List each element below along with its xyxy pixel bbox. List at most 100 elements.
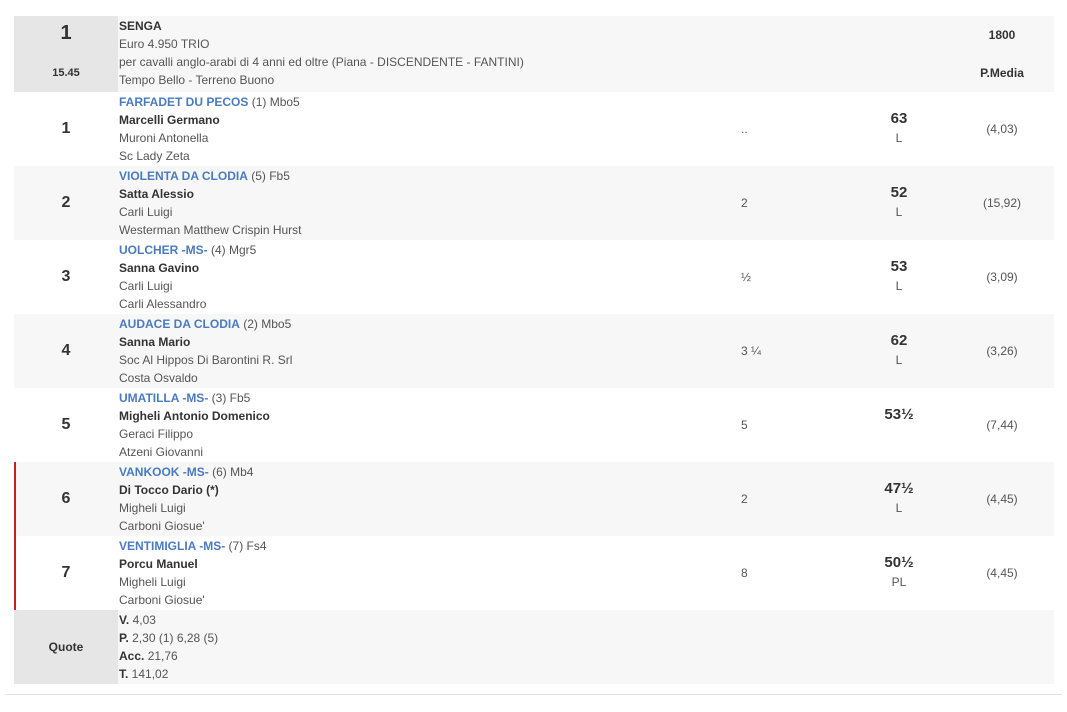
quote-line: Acc. 21,76 bbox=[119, 647, 218, 665]
owner-name: Carboni Giosue' bbox=[119, 519, 205, 533]
finish-position: 6 bbox=[61, 490, 71, 507]
quote-row: Quote V. 4,03 P. 2,30 (1) 6,28 (5) Acc. 21… bbox=[14, 610, 1054, 684]
odds: (3,09) bbox=[986, 270, 1018, 284]
quote-value: 141,02 bbox=[128, 667, 169, 681]
runner-row: 7 VENTIMIGLIA -MS- (7) Fs4 Porcu Manuel … bbox=[14, 536, 1054, 610]
quote-line: P. 2,30 (1) 6,28 (5) bbox=[119, 629, 218, 647]
odds: (3,26) bbox=[986, 344, 1018, 358]
race-weather: Tempo Bello - Terreno Buono bbox=[119, 73, 275, 87]
margin: 2 bbox=[741, 492, 748, 506]
weight: 52 bbox=[890, 184, 908, 201]
runner-info: VANKOOK -MS- (6) Mb4 Di Tocco Dario (*) … bbox=[119, 463, 253, 535]
quote-label: Quote bbox=[48, 640, 84, 654]
horse-name-link[interactable]: AUDACE DA CLODIA bbox=[119, 317, 240, 331]
weight-note: L bbox=[895, 353, 903, 367]
race-number-cell: 1 15.45 bbox=[14, 16, 118, 92]
weight: 53 bbox=[890, 258, 908, 275]
weight: 53½ bbox=[884, 406, 914, 423]
quote-value: 4,03 bbox=[129, 613, 156, 627]
jockey-name: Marcelli Germano bbox=[119, 113, 220, 127]
margin: 2 bbox=[741, 196, 748, 210]
weight: 62 bbox=[890, 332, 908, 349]
odds: (4,03) bbox=[986, 122, 1018, 136]
race-distance: 1800 bbox=[988, 28, 1016, 42]
quote-key: V. bbox=[119, 613, 130, 627]
trainer-name: Migheli Luigi bbox=[119, 501, 186, 515]
runner-row: 6 VANKOOK -MS- (6) Mb4 Di Tocco Dario (*… bbox=[14, 462, 1054, 536]
horse-name-link[interactable]: VANKOOK -MS- bbox=[119, 465, 209, 479]
finish-position: 3 bbox=[61, 268, 71, 285]
weight-cell: 53½ bbox=[859, 406, 939, 424]
horse-name-link[interactable]: VIOLENTA DA CLODIA bbox=[119, 169, 248, 183]
trainer-name: Muroni Antonella bbox=[119, 131, 209, 145]
runner-row: 5 UMATILLA -MS- (3) Fb5 Migheli Antonio … bbox=[14, 388, 1054, 462]
finish-position: 7 bbox=[61, 564, 71, 581]
trainer-name: Carli Luigi bbox=[119, 205, 173, 219]
margin: .. bbox=[741, 122, 748, 136]
weight-cell: 63 L bbox=[859, 110, 939, 148]
race-name: SENGA bbox=[119, 19, 162, 33]
trainer-name: Migheli Luigi bbox=[119, 575, 186, 589]
owner-name: Carboni Giosue' bbox=[119, 593, 205, 607]
runner-info: VIOLENTA DA CLODIA (5) Fb5 Satta Alessio… bbox=[119, 167, 302, 239]
horse-name-link[interactable]: FARFADET DU PECOS bbox=[119, 95, 248, 109]
runner-info: UOLCHER -MS- (4) Mgr5 Sanna Gavino Carli… bbox=[119, 241, 256, 313]
horse-details: (1) Mbo5 bbox=[248, 95, 300, 109]
race-header-row: 1 15.45 SENGA Euro 4.950 TRIO per cavall… bbox=[14, 16, 1054, 92]
horse-name-link[interactable]: UMATILLA -MS- bbox=[119, 391, 208, 405]
horse-details: (4) Mgr5 bbox=[207, 243, 257, 257]
margin: 8 bbox=[741, 566, 748, 580]
odds: (4,45) bbox=[986, 492, 1018, 506]
runner-row: 3 UOLCHER -MS- (4) Mgr5 Sanna Gavino Car… bbox=[14, 240, 1054, 314]
finish-position: 1 bbox=[61, 120, 71, 137]
quote-line: V. 4,03 bbox=[119, 611, 218, 629]
margin: 5 bbox=[741, 418, 748, 432]
horse-details: (5) Fb5 bbox=[247, 169, 290, 183]
race-number: 1 bbox=[60, 22, 72, 44]
weight-note: L bbox=[895, 205, 903, 219]
race-type: P.Media bbox=[980, 66, 1024, 80]
horse-details: (2) Mbo5 bbox=[239, 317, 292, 331]
finish-position: 4 bbox=[61, 342, 71, 359]
runner-info: FARFADET DU PECOS (1) Mbo5 Marcelli Germ… bbox=[119, 93, 300, 165]
weight-note: L bbox=[895, 131, 903, 145]
owner-name: Carli Alessandro bbox=[119, 297, 207, 311]
runner-info: AUDACE DA CLODIA (2) Mbo5 Sanna Mario So… bbox=[119, 315, 292, 387]
weight: 63 bbox=[890, 110, 908, 127]
trainer-name: Carli Luigi bbox=[119, 279, 173, 293]
quote-value: 21,76 bbox=[144, 649, 178, 663]
quote-value: 2,30 (1) 6,28 (5) bbox=[128, 631, 219, 645]
finish-position: 5 bbox=[61, 416, 71, 433]
jockey-name: Satta Alessio bbox=[119, 187, 194, 201]
runner-info: UMATILLA -MS- (3) Fb5 Migheli Antonio Do… bbox=[119, 389, 270, 461]
owner-name: Atzeni Giovanni bbox=[119, 445, 204, 459]
jockey-name: Di Tocco Dario (*) bbox=[119, 483, 219, 497]
owner-name: Westerman Matthew Crispin Hurst bbox=[119, 223, 302, 237]
odds: (4,45) bbox=[986, 566, 1018, 580]
jockey-name: Porcu Manuel bbox=[119, 557, 198, 571]
runner-row: 4 AUDACE DA CLODIA (2) Mbo5 Sanna Mario … bbox=[14, 314, 1054, 388]
finish-position: 2 bbox=[61, 194, 71, 211]
weight-cell: 62 L bbox=[859, 332, 939, 370]
weight-cell: 52 L bbox=[859, 184, 939, 222]
horse-details: (7) Fs4 bbox=[225, 539, 267, 553]
quote-key: Acc. bbox=[119, 649, 145, 663]
weight: 50½ bbox=[884, 554, 914, 571]
race-prize: Euro 4.950 TRIO bbox=[119, 37, 210, 51]
jockey-name: Migheli Antonio Domenico bbox=[119, 409, 270, 423]
weight-cell: 53 L bbox=[859, 258, 939, 296]
horse-name-link[interactable]: UOLCHER -MS- bbox=[119, 243, 208, 257]
quote-label-cell: Quote bbox=[14, 610, 118, 684]
weight-cell: 50½ PL bbox=[859, 554, 939, 592]
quote-key: T. bbox=[119, 667, 129, 681]
horse-details: (6) Mb4 bbox=[208, 465, 254, 479]
bottom-divider bbox=[5, 694, 1062, 695]
odds: (15,92) bbox=[982, 196, 1022, 210]
margin: 3 ¼ bbox=[741, 344, 762, 358]
horse-name-link[interactable]: VENTIMIGLIA -MS- bbox=[119, 539, 225, 553]
owner-name: Costa Osvaldo bbox=[119, 371, 198, 385]
race-time: 15.45 bbox=[52, 67, 80, 79]
quote-lines: V. 4,03 P. 2,30 (1) 6,28 (5) Acc. 21,76 T. … bbox=[119, 611, 218, 683]
owner-name: Sc Lady Zeta bbox=[119, 149, 190, 163]
jockey-name: Sanna Gavino bbox=[119, 261, 200, 275]
